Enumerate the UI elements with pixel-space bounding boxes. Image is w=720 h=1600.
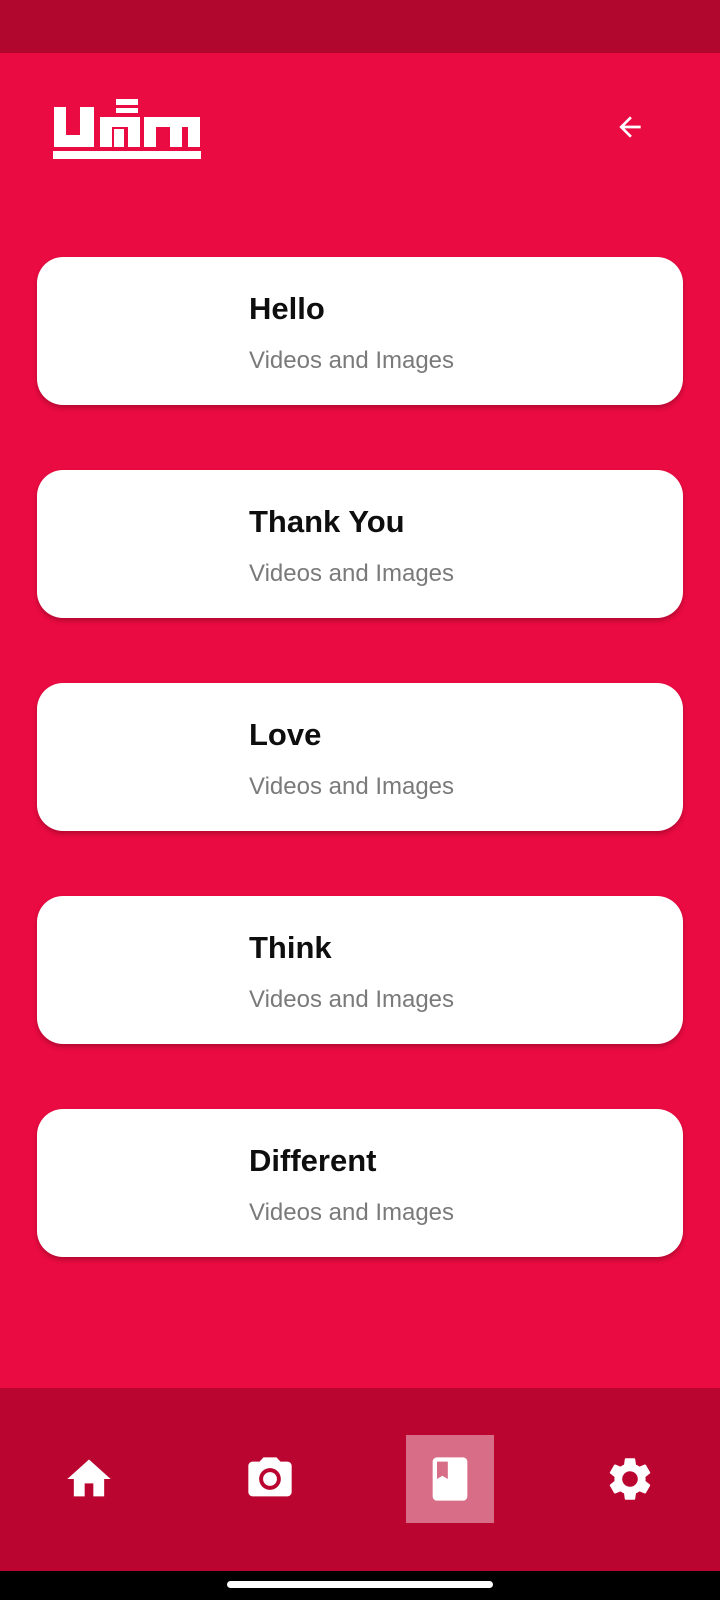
card-title: Different: [249, 1143, 377, 1178]
card-title: Hello: [249, 291, 325, 326]
card-subtitle: Videos and Images: [249, 347, 455, 374]
card-subtitle: Videos and Images: [249, 560, 455, 587]
book-icon: [432, 1457, 468, 1501]
card-subtitle: Videos and Images: [249, 986, 455, 1013]
home-indicator[interactable]: [227, 1581, 493, 1588]
card-subtitle: Videos and Images: [249, 773, 455, 800]
nav-settings[interactable]: [586, 1435, 674, 1523]
nav-camera[interactable]: [226, 1435, 314, 1523]
status-bar: [0, 0, 720, 53]
gesture-navigation-bar: [0, 1571, 720, 1600]
app-header: [0, 53, 720, 203]
card-title: Think: [249, 930, 332, 965]
card-subtitle: Videos and Images: [249, 1199, 455, 1226]
settings-icon: [609, 1458, 651, 1500]
nav-library[interactable]: [406, 1435, 494, 1523]
arrow-back-icon: [619, 116, 641, 138]
category-card-different[interactable]: Different Videos and Images: [37, 1109, 683, 1257]
card-title: Thank You: [249, 504, 405, 539]
category-list: Hello Videos and Images Thank You Videos…: [37, 257, 683, 1322]
camera-icon: [248, 1457, 292, 1497]
category-card-love[interactable]: Love Videos and Images: [37, 683, 683, 831]
category-card-hello[interactable]: Hello Videos and Images: [37, 257, 683, 405]
back-button[interactable]: [608, 105, 652, 149]
app-logo: [52, 99, 204, 163]
category-card-think[interactable]: Think Videos and Images: [37, 896, 683, 1044]
card-title: Love: [249, 717, 322, 752]
bottom-navigation: [0, 1388, 720, 1571]
home-icon: [67, 1459, 111, 1497]
nav-home[interactable]: [45, 1435, 133, 1523]
category-card-thank-you[interactable]: Thank You Videos and Images: [37, 470, 683, 618]
